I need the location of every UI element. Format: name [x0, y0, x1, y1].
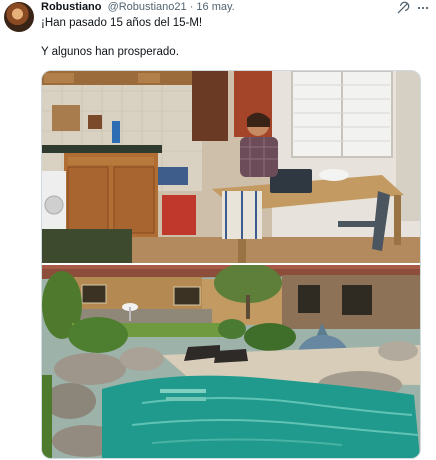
more-icon[interactable] — [416, 1, 430, 15]
pool-photo[interactable] — [42, 265, 420, 458]
tweet-text-line2: Y algunos han prosperado. — [41, 46, 179, 58]
tweet-date[interactable]: 16 may. — [196, 1, 234, 13]
tweet-header: Robustiano @Robustiano21 · 16 may. — [41, 0, 432, 16]
separator-dot: · — [189, 1, 194, 13]
tweet-media — [41, 70, 421, 459]
avatar[interactable] — [4, 2, 34, 32]
grok-icon[interactable] — [396, 1, 410, 15]
tweet-text-line1: ¡Han pasado 15 años del 15-M! — [41, 17, 203, 29]
display-name[interactable]: Robustiano — [41, 1, 102, 13]
user-handle[interactable]: @Robustiano21 — [108, 1, 187, 13]
kitchen-photo[interactable] — [42, 71, 420, 263]
